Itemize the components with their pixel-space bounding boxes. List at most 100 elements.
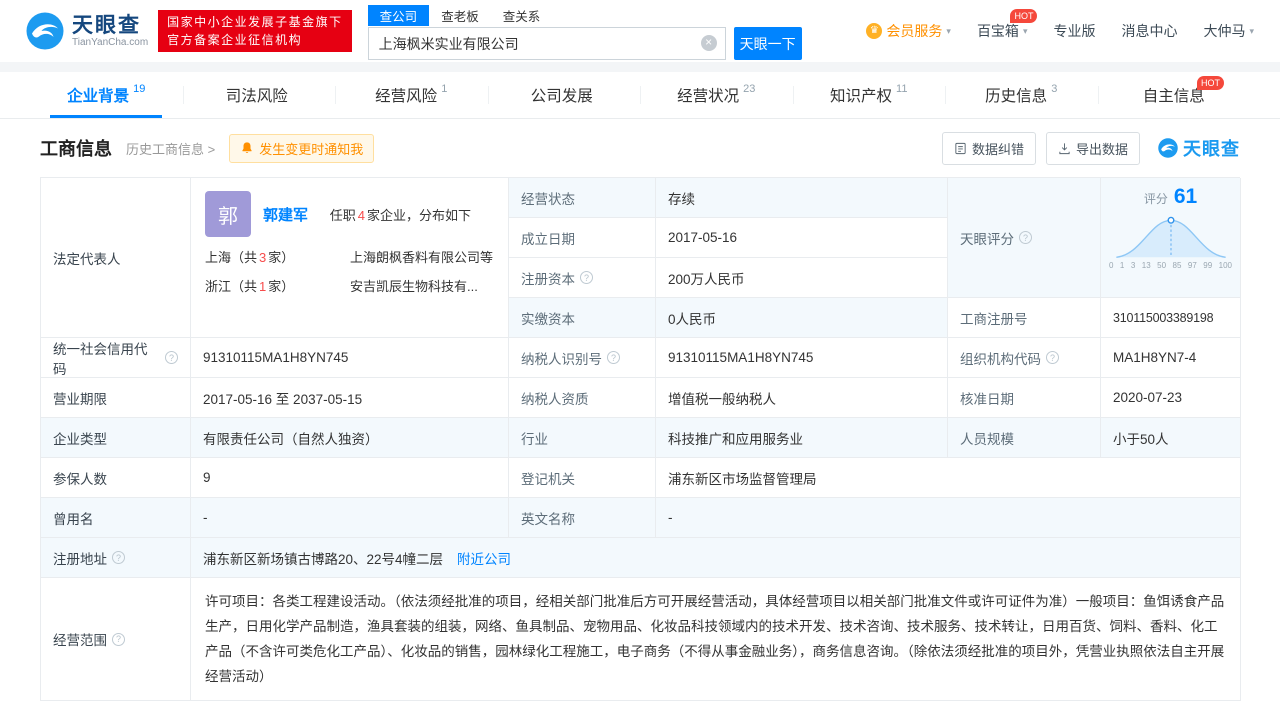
info-icon[interactable]: ? [1019, 231, 1032, 244]
menu-message-center[interactable]: 消息中心 [1121, 21, 1177, 41]
info-icon[interactable]: ? [112, 551, 125, 564]
info-icon[interactable]: ? [1046, 351, 1059, 364]
field-industry-value: 科技推广和应用服务业 [656, 418, 948, 458]
hot-badge: HOT [1010, 9, 1038, 23]
search-input[interactable] [367, 27, 726, 60]
info-icon[interactable]: ? [112, 632, 125, 646]
edit-document-icon [955, 142, 966, 154]
score-value: 61 [1173, 185, 1198, 208]
menu-vip-services[interactable]: ♛ 会员服务 ▾ [866, 21, 951, 41]
menu-user-account[interactable]: 大仲马 ▾ [1203, 21, 1254, 41]
business-info-table: 法定代表人 郭 郭建军 任职 4 家企业，分布如下 上海（共 3 家） 上海朗枫香料有限… [40, 177, 1241, 701]
certification-badge-line2: 官方备案企业征信机构 [167, 33, 303, 47]
menu-messages-label: 消息中心 [1121, 23, 1178, 39]
hot-badge: HOT [1197, 76, 1224, 90]
legal-rep-name-link[interactable]: 郭建军 [263, 207, 308, 224]
nav-tab-label: 历史信息 [985, 88, 1048, 105]
nav-tab-count: 19 [133, 83, 146, 95]
notify-label: 发生变更时通知我 [259, 141, 364, 157]
tianyancha-watermark: 天眼查 [1158, 135, 1240, 161]
nav-tab-label: 司法风险 [225, 88, 288, 105]
menu-toolbox[interactable]: HOT 百宝箱 ▾ [976, 9, 1038, 41]
nav-tab-count: 3 [1051, 83, 1058, 95]
certification-badge: 国家中小企业发展子基金旗下 官方备案企业征信机构 [158, 10, 352, 52]
chevron-down-icon: ▾ [1249, 25, 1254, 36]
section-header: 工商信息 历史工商信息 > 发生变更时通知我 数据纠错 导出数据 天眼查 [40, 119, 1240, 177]
field-insured-label: 参保人数 [41, 458, 191, 498]
field-reg-capital-key: 注册资本? [509, 258, 656, 298]
search-tab-company[interactable]: 查公司 [367, 5, 430, 26]
nav-tab-count: 1 [441, 83, 448, 95]
field-score-key: 天眼评分? [948, 178, 1101, 298]
nav-tab-self-info[interactable]: 自主信息 HOT [1097, 72, 1251, 118]
nav-tab-operation-risk[interactable]: 经营风险 1 [335, 72, 488, 118]
search-area: 查公司 查老板 查关系 × 天眼一下 [367, 5, 802, 60]
nav-tab-operation-status[interactable]: 经营状况 23 [640, 72, 793, 118]
nav-tab-history-info[interactable]: 历史信息 3 [945, 72, 1098, 118]
certification-badge-line1: 国家中小企业发展子基金旗下 [167, 15, 343, 29]
nav-tab-label: 经营状况 [677, 88, 740, 105]
field-credit-code-value: 91310115MA1H8YN745 [191, 338, 509, 378]
chevron-down-icon: ▾ [1022, 25, 1028, 36]
field-org-code-value: MA1H8YN7-4 [1101, 338, 1241, 378]
data-correction-button[interactable]: 数据纠错 [941, 131, 1036, 165]
nav-tab-label: 自主信息 [1142, 88, 1205, 105]
legal-rep-cell: 郭 郭建军 任职 4 家企业，分布如下 上海（共 3 家） 上海朗枫香料有限公司等 浙江… [191, 178, 509, 338]
menu-toolbox-label: 百宝箱 [976, 23, 1019, 39]
tenure-region-row: 浙江（共 1 家） 安吉凯辰生物科技有... [205, 276, 494, 295]
field-scope-value: 许可项目：各类工程建设活动。（依法须经批准的项目，经相关部门批准后方可开展经营活… [191, 578, 1241, 701]
section-title: 工商信息 [40, 139, 112, 159]
score-chart-cell: 评分 61 0 1 3 13 50 85 97 99 100 [1101, 178, 1241, 298]
nearby-companies-link[interactable]: 附近公司 [457, 548, 511, 568]
field-approved-key: 核准日期 [948, 378, 1101, 418]
nav-tab-company-background[interactable]: 企业背景 19 [30, 72, 183, 118]
menu-pro-label: 专业版 [1053, 23, 1096, 39]
menu-vip-label: 会员服务 [886, 23, 943, 39]
field-registry-value: 浦东新区市场监督管理局 [656, 458, 1241, 498]
related-company-link[interactable]: 上海朗枫香料有限公司等 [350, 247, 493, 266]
field-registry-key: 登记机关 [509, 458, 656, 498]
field-credit-code-label: 统一社会信用代码? [41, 338, 191, 378]
nav-tab-company-development[interactable]: 公司发展 [487, 72, 641, 118]
nav-tab-intellectual-property[interactable]: 知识产权 11 [792, 72, 946, 118]
field-reg-no-key: 工商注册号 [948, 298, 1101, 338]
field-staff-size-value: 小于50人 [1101, 418, 1241, 458]
field-scope-label: 经营范围? [41, 578, 191, 701]
score-curve-chart [1115, 216, 1226, 258]
clear-search-icon[interactable]: × [700, 35, 717, 51]
crown-icon: ♛ [866, 23, 883, 39]
tenure-region-row: 上海（共 3 家） 上海朗枫香料有限公司等 [205, 247, 494, 266]
notify-on-change-button[interactable]: 发生变更时通知我 [229, 133, 375, 163]
nav-tab-count: 11 [896, 83, 908, 95]
company-nav-tabs: 企业背景 19 司法风险 经营风险 1 公司发展 经营状况 23 知识产权 11 历史信… [0, 72, 1280, 119]
field-legal-rep-label: 法定代表人 [41, 178, 191, 338]
field-org-code-key: 组织机构代码? [948, 338, 1101, 378]
info-icon[interactable]: ? [580, 271, 593, 284]
data-correction-label: 数据纠错 [971, 141, 1024, 157]
related-company-link[interactable]: 安吉凯辰生物科技有... [350, 276, 478, 295]
search-button[interactable]: 天眼一下 [733, 27, 802, 60]
field-term-value: 2017-05-16 至 2037-05-15 [191, 378, 509, 418]
legal-rep-avatar[interactable]: 郭 [205, 191, 251, 237]
export-data-button[interactable]: 导出数据 [1045, 131, 1140, 165]
menu-pro-version[interactable]: 专业版 [1053, 21, 1095, 41]
search-tab-boss[interactable]: 查老板 [429, 5, 491, 26]
nav-tab-judicial-risk[interactable]: 司法风险 [182, 72, 336, 118]
nav-tab-label: 经营风险 [375, 88, 438, 105]
field-english-name-key: 英文名称 [509, 498, 656, 538]
info-icon[interactable]: ? [607, 351, 620, 364]
watermark-label: 天眼查 [1183, 139, 1240, 159]
tianyancha-logo[interactable]: 天眼查 TianYanCha.com [26, 12, 148, 50]
field-insured-value: 9 [191, 458, 509, 498]
field-reg-capital-value: 200万人民币 [656, 258, 948, 298]
field-established-key: 成立日期 [509, 218, 656, 258]
nav-tab-label: 知识产权 [830, 88, 893, 105]
legal-rep-tenure: 任职 4 家企业，分布如下 [329, 207, 472, 223]
field-approved-value: 2020-07-23 [1101, 378, 1241, 418]
brand-domain: TianYanCha.com [72, 37, 149, 48]
info-icon[interactable]: ? [165, 351, 178, 364]
nav-tab-count: 23 [743, 83, 756, 95]
history-business-info-link[interactable]: 历史工商信息 > [126, 139, 215, 158]
field-tax-id-key: 纳税人识别号? [509, 338, 656, 378]
search-tab-relation[interactable]: 查关系 [491, 5, 553, 26]
